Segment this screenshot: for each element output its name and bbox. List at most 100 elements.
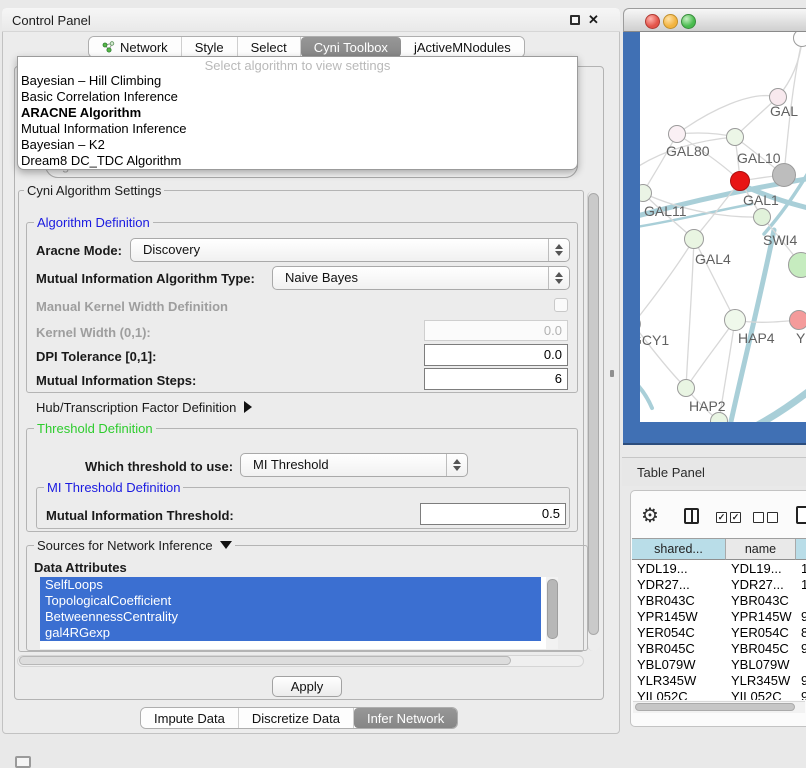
- mi-threshold-field[interactable]: 0.5: [420, 503, 566, 525]
- node-label: GAL1: [743, 192, 779, 208]
- tab-network[interactable]: Network: [89, 37, 182, 57]
- table-row[interactable]: YER054CYER054C8.: [632, 625, 806, 641]
- close-icon[interactable]: ✕: [588, 12, 599, 28]
- aracne-mode-combobox[interactable]: Discovery: [130, 238, 570, 262]
- table-cell: YBR043C: [726, 593, 796, 609]
- table-cell: YIL052C: [632, 689, 726, 700]
- tab-impute-data[interactable]: Impute Data: [141, 708, 239, 728]
- float-window-icon[interactable]: [570, 15, 580, 25]
- column-header-col2[interactable]: [796, 539, 806, 560]
- dpi-tolerance-field[interactable]: 0.0: [424, 344, 568, 366]
- table-cell: 9.: [796, 641, 806, 657]
- algorithm-option[interactable]: Basic Correlation Inference: [18, 89, 577, 105]
- select-all-checkbox-icon[interactable]: ✓: [730, 512, 741, 523]
- deselect-all-checkbox-icon[interactable]: [753, 512, 764, 523]
- data-attribute-item[interactable]: TopologicalCoefficient: [40, 593, 541, 609]
- aracne-mode-label: Aracne Mode:: [36, 243, 122, 258]
- settings-vertical-scrollbar-thumb[interactable]: [588, 193, 599, 635]
- algorithm-option[interactable]: Dream8 DC_TDC Algorithm: [18, 153, 577, 169]
- algorithm-option[interactable]: ARACNE Algorithm: [18, 105, 577, 121]
- data-attribute-item[interactable]: SelfLoops: [40, 577, 541, 593]
- table-cell: [796, 593, 806, 609]
- table-cell: YDR27...: [632, 577, 726, 593]
- sources-group-toggle[interactable]: Sources for Network Inference: [34, 538, 235, 553]
- network-tab-icon: [102, 41, 115, 53]
- mi-steps-label: Mutual Information Steps:: [36, 373, 196, 388]
- table-row[interactable]: YIL052CYIL052C9: [632, 689, 806, 700]
- data-attribute-item[interactable]: BetweennessCentrality: [40, 609, 541, 625]
- network-node-y[interactable]: [789, 310, 806, 330]
- network-node-gal4[interactable]: [684, 229, 704, 249]
- network-canvas[interactable]: GALGAL80GAL10GAL1GAL11SWI4GAL4GCY1HAP4YH…: [640, 32, 806, 422]
- column-header-name[interactable]: name: [726, 539, 796, 560]
- kernel-width-field[interactable]: 0.0: [424, 320, 568, 341]
- table-cell: YLR345W: [726, 673, 796, 689]
- table-cell: YBR045C: [726, 641, 796, 657]
- attributes-scrollbar-thumb[interactable]: [547, 579, 558, 639]
- column-header-shared...[interactable]: shared...: [632, 539, 726, 560]
- data-attribute-item[interactable]: gal4RGexp: [40, 625, 541, 641]
- tab-select[interactable]: Select: [238, 37, 301, 57]
- mi-steps-field[interactable]: 6: [424, 368, 568, 390]
- tab-style[interactable]: Style: [182, 37, 238, 57]
- network-node-gal1[interactable]: [730, 171, 750, 191]
- table-cell: YER054C: [632, 625, 726, 641]
- network-node-gal80[interactable]: [668, 125, 686, 143]
- table-cell: 8.: [796, 625, 806, 641]
- algorithm-option[interactable]: Bayesian – K2: [18, 137, 577, 153]
- table-row[interactable]: YBR045CYBR045C9.: [632, 641, 806, 657]
- network-node-hap4[interactable]: [724, 309, 746, 331]
- tab-cyni-toolbox[interactable]: Cyni Toolbox: [301, 37, 401, 57]
- mi-type-combobox[interactable]: Naive Bayes: [272, 266, 570, 290]
- network-node[interactable]: [753, 208, 771, 226]
- stepper-arrows-icon: [446, 454, 467, 476]
- table-cell: 13: [796, 561, 806, 577]
- dpi-tolerance-label: DPI Tolerance [0,1]:: [36, 349, 156, 364]
- node-label: GAL4: [695, 251, 731, 267]
- tab-discretize-data[interactable]: Discretize Data: [239, 708, 354, 728]
- zoom-traffic-light-icon[interactable]: [681, 14, 696, 29]
- attributes-scrollbar[interactable]: [546, 577, 558, 649]
- algorithm-option[interactable]: Bayesian – Hill Climbing: [18, 73, 577, 89]
- algorithm-option[interactable]: Mutual Information Inference: [18, 121, 577, 137]
- kernel-width-label: Kernel Width (0,1):: [36, 325, 151, 340]
- table-cell: YPR145W: [726, 609, 796, 625]
- tab-jactivemnodules[interactable]: jActiveMNodules: [401, 37, 524, 57]
- minimized-panel-icon[interactable]: [15, 756, 31, 768]
- table-cell: YBR043C: [632, 593, 726, 609]
- table-row[interactable]: YPR145WYPR145W9.: [632, 609, 806, 625]
- which-threshold-combobox[interactable]: MI Threshold: [240, 453, 468, 477]
- table-row[interactable]: YBL079WYBL079W: [632, 657, 806, 673]
- table-cell: YIL052C: [726, 689, 796, 700]
- column-layout-icon[interactable]: [684, 508, 699, 524]
- table-row[interactable]: YBR043CYBR043C: [632, 593, 806, 609]
- algorithm-popup-list: Bayesian – Hill ClimbingBasic Correlatio…: [18, 73, 577, 169]
- table-horizontal-scrollbar-thumb[interactable]: [635, 703, 795, 711]
- table-row[interactable]: YLR345WYLR345W9.: [632, 673, 806, 689]
- tab-infer-network[interactable]: Infer Network: [354, 708, 457, 728]
- table-row[interactable]: YDL19...YDL19...13: [632, 561, 806, 577]
- network-node-hap2[interactable]: [677, 379, 695, 397]
- table-cell: 12: [796, 577, 806, 593]
- node-label: Y: [796, 330, 805, 346]
- minimize-traffic-light-icon[interactable]: [663, 14, 678, 29]
- apply-button[interactable]: Apply: [272, 676, 342, 697]
- splitter-handle[interactable]: [610, 370, 614, 377]
- select-all-checkbox-icon[interactable]: ✓: [716, 512, 727, 523]
- node-label: SWI4: [763, 232, 797, 248]
- close-traffic-light-icon[interactable]: [645, 14, 660, 29]
- file-icon[interactable]: [796, 506, 806, 524]
- mi-type-label: Mutual Information Algorithm Type:: [36, 271, 255, 286]
- network-node-gal10[interactable]: [726, 128, 744, 146]
- table-cell: YBL079W: [726, 657, 796, 673]
- settings-horizontal-scrollbar-thumb[interactable]: [19, 656, 511, 665]
- stepper-arrows-icon: [548, 267, 569, 289]
- deselect-all-checkbox-icon[interactable]: [767, 512, 778, 523]
- hub-definition-toggle[interactable]: Hub/Transcription Factor Definition: [36, 400, 252, 415]
- data-attributes-items: SelfLoopsTopologicalCoefficientBetweenne…: [40, 577, 558, 641]
- table-row[interactable]: YDR27...YDR27...12: [632, 577, 806, 593]
- table-settings-gear-icon[interactable]: ⚙: [641, 505, 659, 527]
- network-node[interactable]: [772, 163, 796, 187]
- manual-kernel-checkbox[interactable]: [554, 298, 568, 312]
- network-window-titlebar[interactable]: [623, 8, 806, 32]
